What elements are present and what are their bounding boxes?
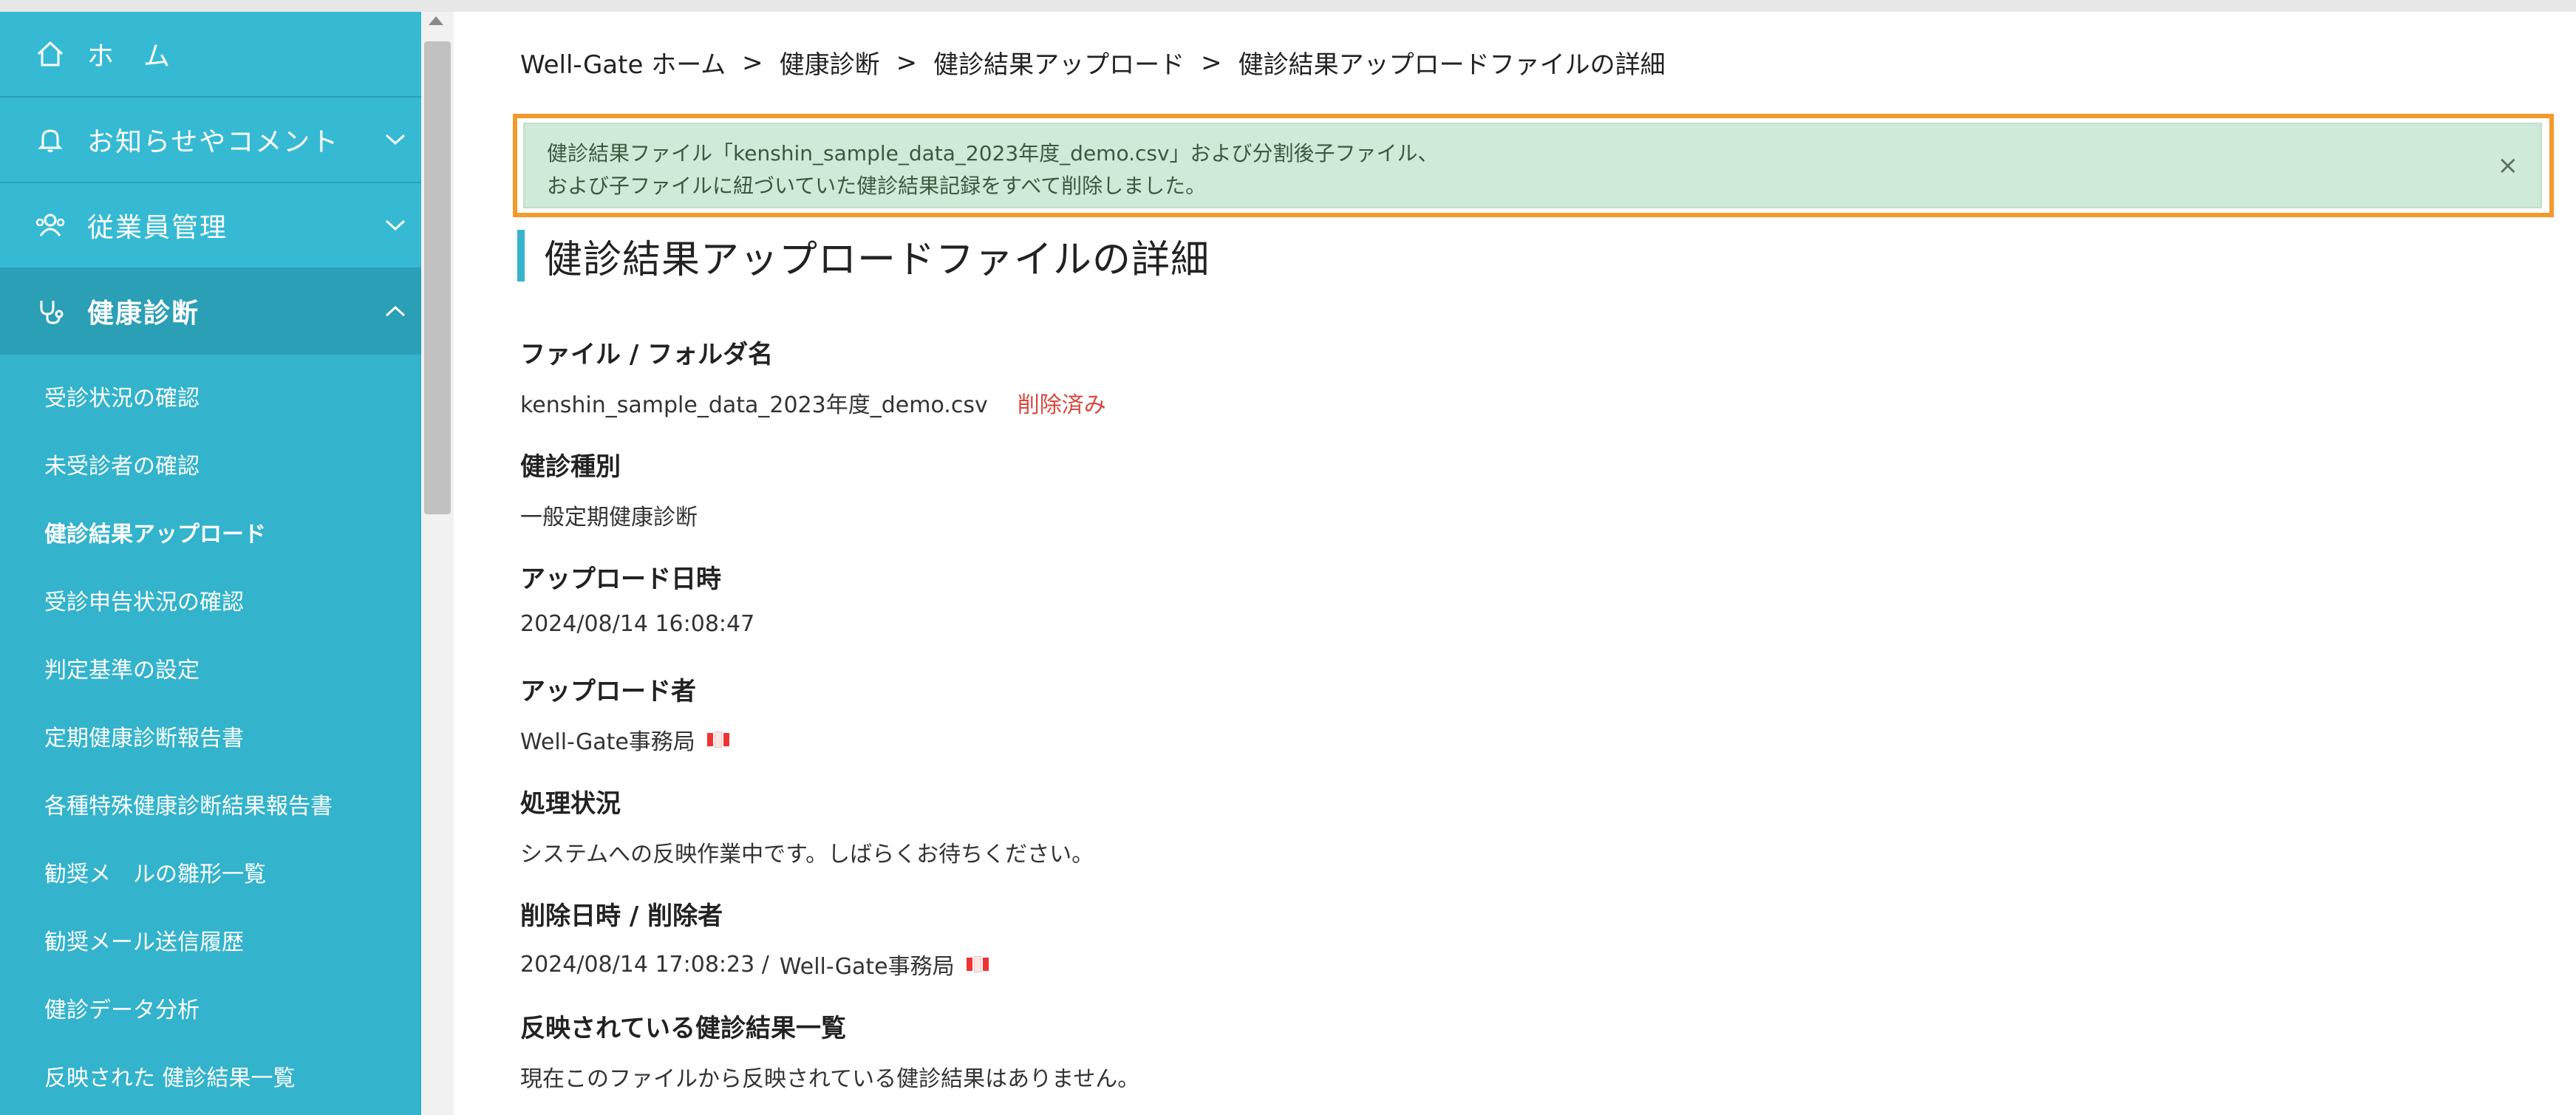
title-accent-bar: [517, 230, 525, 282]
upload-datetime-value: 2024/08/14 16:08:47: [520, 611, 755, 637]
sidebar-subitem-data-analysis[interactable]: 健診データ分析: [0, 974, 421, 1042]
health-checkup-submenu: 受診状況の確認 未受診者の確認 健診結果アップロード 受診申告状況の確認 判定基…: [0, 355, 421, 1110]
chevron-up-icon[interactable]: [369, 304, 421, 318]
field-label: 反映されている健診結果一覧: [520, 1014, 846, 1043]
breadcrumb-health-checkup[interactable]: 健康診断: [780, 44, 880, 81]
exam-type-value: 一般定期健康診断: [520, 505, 698, 531]
home-icon: [30, 33, 71, 75]
file-name-field: ファイル / フォルダ名 kenshin_sample_data_2023年度_…: [520, 334, 1106, 419]
deleted-status-badge: 削除済み: [1017, 392, 1106, 418]
sidebar-subitem-periodic-report[interactable]: 定期健康診断報告書: [0, 702, 421, 770]
breadcrumb-separator: >: [1201, 47, 1222, 78]
top-border: [0, 0, 2576, 12]
breadcrumb-separator: >: [896, 47, 918, 78]
file-name-value: kenshin_sample_data_2023年度_demo.csv: [520, 392, 988, 418]
sidebar-subitem-mail-templates[interactable]: 勧奨メ ルの雛形一覧: [0, 838, 421, 906]
stethoscope-icon: [30, 290, 71, 332]
sidebar-subitem-result-upload[interactable]: 健診結果アップロード: [0, 498, 421, 566]
field-label: 処理状況: [520, 789, 621, 819]
success-alert: 健診結果ファイル「kenshin_sample_data_2023年度_demo…: [523, 123, 2542, 208]
sidebar-subitem-reflected-results[interactable]: 反映された 健診結果一覧: [0, 1042, 421, 1110]
field-label: 削除日時 / 削除者: [520, 901, 723, 931]
field-label: ファイル / フォルダ名: [520, 340, 774, 369]
sidebar-subitem-mail-history[interactable]: 勧奨メール送信履歴: [0, 906, 421, 974]
sidebar-item-health-checkup[interactable]: 健康診断: [0, 269, 421, 355]
main-content: Well-Gate ホーム > 健康診断 > 健診結果アップロード > 健診結果…: [454, 12, 2576, 1115]
breadcrumb-current: 健診結果アップロードファイルの詳細: [1238, 50, 1666, 80]
sidebar-subitem-self-report-status[interactable]: 受診申告状況の確認: [0, 566, 421, 634]
page-title-text: 健診結果アップロードファイルの詳細: [544, 237, 1210, 282]
breadcrumb-home[interactable]: Well-Gate ホーム: [520, 44, 726, 81]
user-flag-icon: [966, 956, 989, 972]
bell-icon: [30, 119, 71, 160]
sidebar-item-notices[interactable]: お知らせやコメント: [0, 98, 421, 183]
deletion-user-value: Well-Gate事務局: [779, 954, 955, 980]
sidebar-item-home[interactable]: ホ ム: [0, 12, 421, 98]
alert-message-line-2: および子ファイルに紐づいていた健診結果記録をすべて削除しました。: [547, 174, 1207, 198]
close-icon[interactable]: ×: [2498, 149, 2519, 182]
upload-datetime-field: アップロード日時 2024/08/14 16:08:47: [520, 559, 754, 637]
reflected-results-field: 反映されている健診結果一覧 現在このファイルから反映されている健診結果はありませ…: [520, 1008, 1139, 1093]
user-flag-icon: [706, 732, 729, 748]
page-title: 健診結果アップロードファイルの詳細: [517, 228, 1210, 284]
deletion-field: 削除日時 / 削除者 2024/08/14 17:08:23 / Well-Ga…: [520, 896, 989, 981]
field-label: アップロード者: [520, 677, 696, 706]
alert-message-line-1: 健診結果ファイル「kenshin_sample_data_2023年度_demo…: [547, 141, 1439, 166]
users-icon: [30, 205, 71, 246]
processing-status-value: システムへの反映作業中です。しばらくお待ちください。: [520, 842, 1094, 867]
sidebar: ホ ム お知らせやコメント 従業員管理 健康診断 受診状況の確認 未受診者の確認…: [0, 12, 421, 1115]
exam-type-field: 健診種別 一般定期健康診断: [520, 446, 698, 531]
sidebar-subitem-special-report[interactable]: 各種特殊健康診断結果報告書: [0, 770, 421, 838]
chevron-down-icon[interactable]: [369, 133, 421, 146]
breadcrumb-result-upload[interactable]: 健診結果アップロード: [933, 44, 1185, 81]
chevron-down-icon[interactable]: [369, 219, 421, 232]
breadcrumb: Well-Gate ホーム > 健康診断 > 健診結果アップロード > 健診結果…: [520, 44, 1666, 81]
scroll-up-arrow-icon[interactable]: [429, 16, 443, 25]
uploader-field: アップロード者 Well-Gate事務局: [520, 671, 729, 756]
field-label: アップロード日時: [520, 565, 721, 594]
sidebar-item-label: ホ ム: [87, 41, 172, 72]
processing-status-field: 処理状況 システムへの反映作業中です。しばらくお待ちください。: [520, 783, 1094, 868]
sidebar-item-label: お知らせやコメント: [87, 127, 340, 157]
sidebar-item-employees[interactable]: 従業員管理: [0, 183, 421, 269]
reflected-results-value: 現在このファイルから反映されている健診結果はありません。: [520, 1066, 1140, 1092]
sidebar-subitem-judgment-criteria[interactable]: 判定基準の設定: [0, 634, 421, 702]
field-label: 健診種別: [520, 452, 621, 482]
sidebar-scrollbar-thumb[interactable]: [424, 41, 451, 514]
uploader-value: Well-Gate事務局: [520, 729, 695, 755]
sidebar-item-label: 健康診断: [87, 299, 200, 329]
sidebar-subitem-unexamined[interactable]: 未受診者の確認: [0, 430, 421, 498]
breadcrumb-separator: >: [742, 47, 763, 78]
sidebar-subitem-attendance-status[interactable]: 受診状況の確認: [0, 362, 421, 430]
deletion-datetime-value: 2024/08/14 17:08:23 /: [520, 951, 769, 978]
sidebar-item-label: 従業員管理: [87, 213, 228, 243]
